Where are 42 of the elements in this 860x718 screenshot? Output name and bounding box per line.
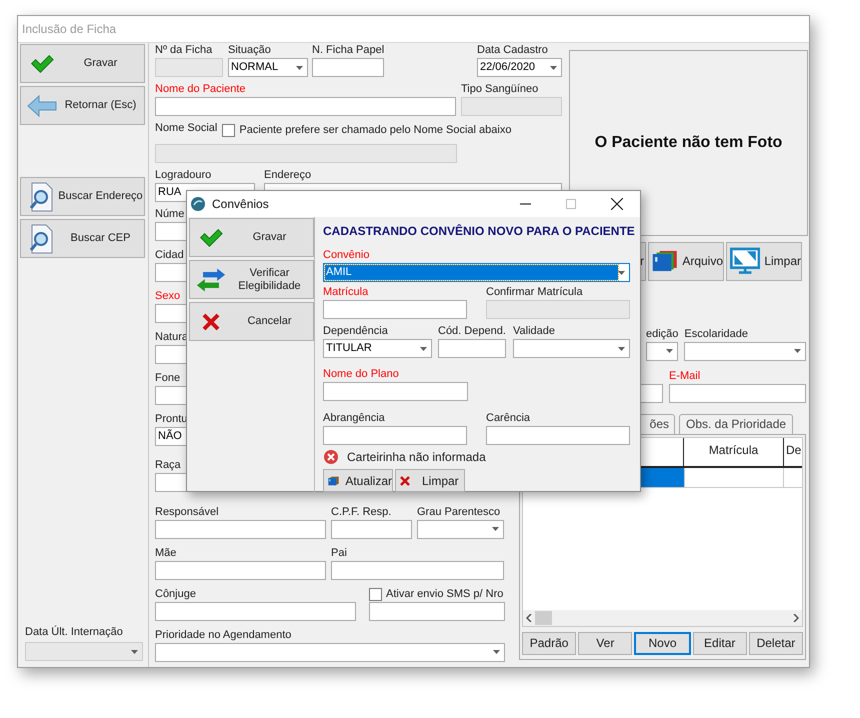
field-label: Cônjuge — [155, 588, 196, 600]
field-label: edição — [646, 328, 678, 340]
field-label: E-Mail — [669, 370, 700, 382]
field-label: Data Últ. Internação — [25, 626, 123, 639]
field-label: Sexo — [155, 290, 180, 302]
field-label: Abrangência — [323, 412, 385, 425]
field-label: C.P.F. Resp. — [331, 506, 392, 518]
field-label: Grau Parentesco — [417, 506, 500, 518]
field-label: Escolaridade — [684, 328, 748, 340]
status-text: Carteirinha não informada — [347, 449, 486, 466]
field-label: Nome do Paciente — [155, 83, 246, 96]
field-label: Responsável — [155, 506, 219, 518]
checkbox-label: Ativar envio SMS p/ Nro — [386, 586, 504, 602]
field-label: Matrícula — [323, 286, 368, 299]
field-label: Cidad — [155, 248, 184, 262]
field-label: Situação — [228, 44, 271, 57]
field-label: Prioridade no Agendamento — [155, 628, 292, 642]
field-label: Pai — [331, 546, 347, 560]
field-label: Tipo Sangüíneo — [461, 83, 538, 96]
field-label: Raça — [155, 458, 181, 472]
field-label: Nome Social — [155, 122, 218, 135]
no-photo-text: O Paciente não tem Foto — [594, 133, 782, 153]
field-label: Dependência — [323, 325, 388, 338]
field-label: Núme — [155, 208, 184, 220]
field-label: Data Cadastro — [477, 44, 548, 57]
dialog-heading: CADASTRANDO CONVÊNIO NOVO PARA O PACIENTE — [323, 223, 635, 240]
field-label: Endereço — [264, 168, 312, 182]
field-label: Cód. Depend. — [438, 325, 506, 338]
field-label: Fone — [155, 372, 180, 384]
field-label: Validade — [513, 325, 555, 338]
field-label: Logradouro — [155, 168, 212, 182]
field-label: Convênio — [323, 249, 370, 262]
checkbox-label: Paciente prefere ser chamado pelo Nome Social abaixo — [239, 123, 512, 138]
window-title: Inclusão de Ficha — [22, 21, 116, 38]
field-label: Confirmar Matrícula — [486, 286, 583, 299]
field-label: Prontu — [155, 412, 188, 426]
field-label: Mãe — [155, 546, 176, 560]
field-label: N. Ficha Papel — [312, 44, 384, 57]
field-label: Carência — [486, 412, 530, 425]
field-label: Nome do Plano — [323, 368, 399, 381]
field-label: Nº da Ficha — [155, 44, 212, 57]
dialog-title: Convênios — [212, 196, 269, 213]
